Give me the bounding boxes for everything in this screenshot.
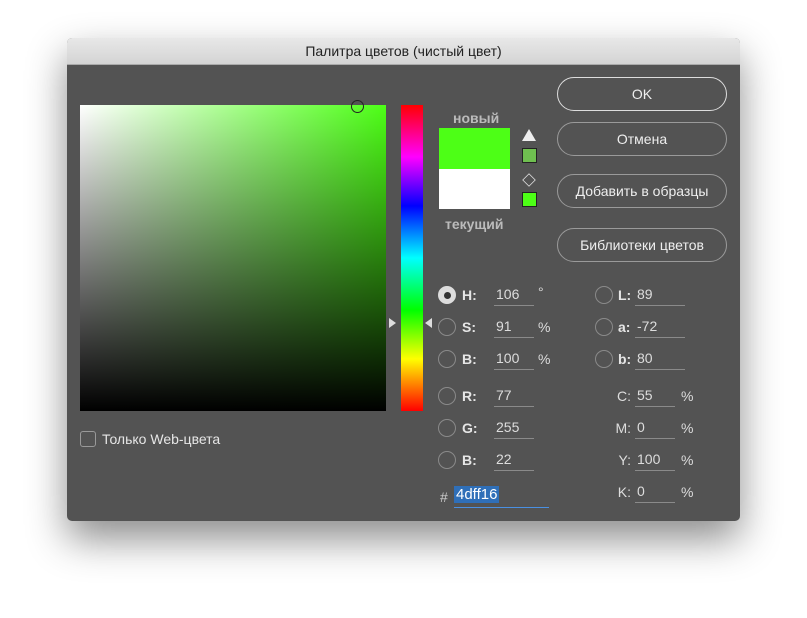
hex-value: 4dff16 [454,486,500,503]
input-r[interactable]: 77 [494,387,534,407]
input-s[interactable]: 91 [494,318,534,338]
radio-a[interactable] [595,318,613,336]
hue-slider-left-handle[interactable] [389,318,396,328]
label-a: a: [618,319,631,335]
unit-k: % [681,484,694,500]
label-r: R: [462,388,477,404]
cancel-button[interactable]: Отмена [557,122,727,156]
input-k[interactable]: 0 [635,483,675,503]
radio-green[interactable] [438,419,456,437]
input-b[interactable]: 100 [494,350,534,370]
input-g[interactable]: 255 [494,419,534,439]
dialog-title: Палитра цветов (чистый цвет) [67,38,740,65]
add-to-swatches-button[interactable]: Добавить в образцы [557,174,727,208]
radio-brightness[interactable] [438,350,456,368]
label-c: C: [617,388,631,404]
unit-h: ° [538,284,544,300]
color-picker-dialog: Палитра цветов (чистый цвет) новый текущ… [67,38,740,521]
label-h: H: [462,287,477,303]
unit-y: % [681,452,694,468]
current-color-swatch[interactable] [439,169,510,209]
web-color-swatch[interactable] [522,192,537,207]
input-a[interactable]: -72 [635,318,685,338]
label-b: B: [462,351,477,367]
input-blue[interactable]: 22 [494,451,534,471]
label-m: M: [615,420,631,436]
new-color-swatch [439,128,510,169]
web-safe-cube-icon[interactable] [522,173,536,187]
unit-m: % [681,420,694,436]
label-y: Y: [618,452,631,468]
hex-input[interactable]: 4dff16 [454,486,549,508]
input-lab-b[interactable]: 80 [635,350,685,370]
color-field[interactable] [80,105,386,411]
input-h[interactable]: 106 [494,286,534,306]
ok-button[interactable]: OK [557,77,727,111]
web-only-checkbox[interactable] [80,431,96,447]
radio-hue[interactable] [438,286,456,304]
unit-b: % [538,351,551,367]
input-c[interactable]: 55 [635,387,675,407]
radio-red[interactable] [438,387,456,405]
radio-saturation[interactable] [438,318,456,336]
label-lab-b: b: [618,351,632,367]
hue-slider-right-handle[interactable] [425,318,432,328]
input-y[interactable]: 100 [635,451,675,471]
label-s: S: [462,319,476,335]
web-only-label: Только Web-цвета [102,431,221,447]
label-k: K: [617,484,631,500]
unit-c: % [681,388,694,404]
label-blue: B: [462,452,477,468]
input-l[interactable]: 89 [635,286,685,306]
radio-l[interactable] [595,286,613,304]
unit-s: % [538,319,551,335]
color-libraries-button[interactable]: Библиотеки цветов [557,228,727,262]
hue-slider[interactable] [401,105,423,411]
radio-blue[interactable] [438,451,456,469]
gamut-color-swatch[interactable] [522,148,537,163]
label-g: G: [462,420,478,436]
hex-prefix: # [440,489,448,505]
current-label: текущий [445,216,504,232]
color-field-cursor[interactable] [351,100,364,113]
gamut-warning-icon[interactable] [522,129,536,141]
label-l: L: [618,287,632,303]
radio-lab-b[interactable] [595,350,613,368]
new-label: новый [453,110,500,126]
input-m[interactable]: 0 [635,419,675,439]
